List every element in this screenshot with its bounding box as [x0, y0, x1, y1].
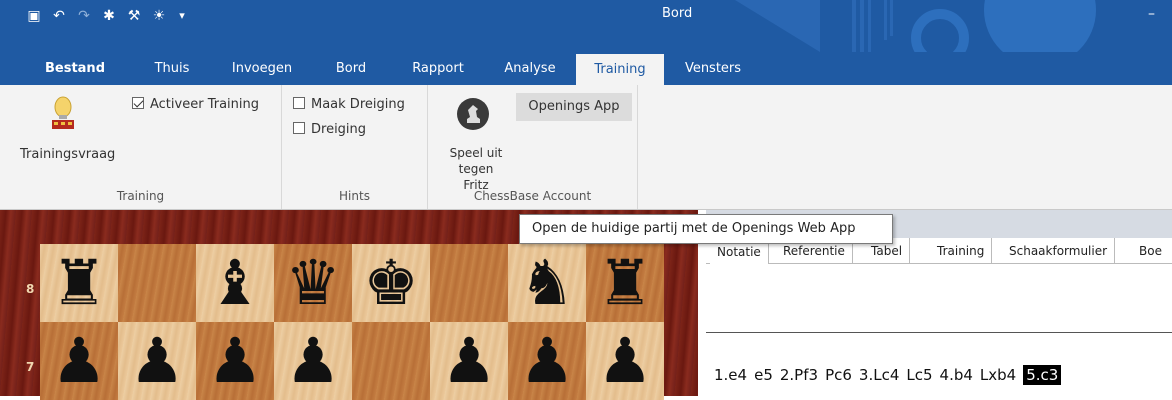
checkbox-box	[132, 97, 144, 109]
board-square[interactable]: ♟	[40, 322, 118, 400]
ribbon-tabs: Bestand Thuis Invoegen Bord Rapport Anal…	[0, 52, 1172, 85]
black-piece[interactable]: ♛	[274, 244, 352, 322]
ribbon: Trainingsvraag Activeer Training Trainin…	[0, 85, 1172, 210]
tab-vensters[interactable]: Vensters	[680, 52, 746, 85]
move[interactable]: 3.Lc4	[859, 366, 899, 384]
black-piece[interactable]: ♟	[40, 322, 118, 400]
black-piece[interactable]: ♟	[508, 322, 586, 400]
group-training: Trainingsvraag Activeer Training Trainin…	[0, 85, 282, 209]
maak-dreiging-checkbox[interactable]: Maak Dreiging	[293, 97, 405, 112]
wrench-icon[interactable]: ⚒	[123, 5, 145, 27]
board-square[interactable]: ♟	[508, 322, 586, 400]
board-square[interactable]: ♜	[586, 244, 664, 322]
board-square[interactable]: ♚	[352, 244, 430, 322]
activeer-training-label: Activeer Training	[150, 97, 259, 112]
move[interactable]: 4.b4	[940, 366, 973, 384]
move[interactable]: 1.e4	[714, 366, 747, 384]
chess-board[interactable]: ♜ ♝ ♛ ♚ ♞ ♜ ♟ ♟ ♟ ♟ ♟ ♟ ♟	[40, 244, 664, 400]
tab-thuis[interactable]: Thuis	[146, 52, 198, 85]
tab-schaakformulier[interactable]: Schaakformulier	[1002, 238, 1116, 264]
checkbox-box	[293, 122, 305, 134]
window-title: Bord	[662, 6, 693, 21]
move[interactable]: 2.Pf3	[780, 366, 818, 384]
openings-app-tooltip: Open de huidige partij met de Openings W…	[519, 214, 893, 244]
title-bar: ▣ ↶ ↷ ✱ ⚒ ☀ ▾ Bord –	[0, 0, 1172, 52]
tab-rapport[interactable]: Rapport	[402, 52, 474, 85]
move[interactable]: Pc6	[825, 366, 852, 384]
tab-bestand[interactable]: Bestand	[40, 52, 110, 85]
save-icon[interactable]: ▣	[23, 5, 45, 27]
board-square[interactable]: ♜	[40, 244, 118, 322]
board-square[interactable]: ♟	[430, 322, 508, 400]
openings-app-button[interactable]: Openings App	[516, 93, 632, 121]
tab-training[interactable]: Training	[576, 54, 664, 85]
trainingsvraag-button[interactable]: Trainingsvraag	[20, 147, 115, 162]
move[interactable]: 5.c3	[1023, 365, 1062, 385]
board-square[interactable]: ♟	[586, 322, 664, 400]
black-piece[interactable]: ♚	[352, 244, 430, 322]
board-square[interactable]: ♛	[274, 244, 352, 322]
board-square[interactable]: ♟	[274, 322, 352, 400]
black-piece[interactable]: ♜	[586, 244, 664, 322]
board-square[interactable]	[118, 244, 196, 322]
group-chessbase-account: Speel uit tegen Fritz Openings App Chess…	[428, 85, 638, 209]
rank-label: 8	[26, 282, 35, 296]
board-square[interactable]	[352, 322, 430, 400]
group-label-chessbase-account: ChessBase Account	[473, 189, 592, 203]
board-square[interactable]: ♝	[196, 244, 274, 322]
panel-divider	[706, 332, 1172, 333]
move[interactable]: Lxb4	[980, 366, 1016, 384]
tab-boek[interactable]: Boe	[1132, 238, 1169, 264]
move-list: 1.e4 e5 2.Pf3 Pc6 3.Lc4 Lc5 4.b4 Lxb4 5.c3	[714, 365, 1068, 385]
black-piece[interactable]: ♜	[40, 244, 118, 322]
tab-training[interactable]: Training	[930, 238, 993, 264]
black-piece[interactable]: ♟	[196, 322, 274, 400]
activeer-training-checkbox[interactable]: Activeer Training	[132, 97, 259, 112]
black-piece[interactable]: ♟	[586, 322, 664, 400]
move[interactable]: Lc5	[906, 366, 932, 384]
tab-analyse[interactable]: Analyse	[494, 52, 566, 85]
trainingsvraag-icon	[52, 96, 74, 129]
tab-invoegen[interactable]: Invoegen	[226, 52, 298, 85]
speel-label: Speel uit	[449, 146, 503, 160]
board-square[interactable]: ♟	[118, 322, 196, 400]
tab-bord[interactable]: Bord	[324, 52, 378, 85]
group-label-training: Training	[116, 189, 165, 203]
board-square[interactable]	[430, 244, 508, 322]
bug-icon[interactable]: ✱	[98, 5, 120, 27]
black-piece[interactable]: ♝	[196, 244, 274, 322]
fritz-icon	[457, 98, 489, 130]
move[interactable]: e5	[754, 366, 773, 384]
speel-tegen-fritz-button[interactable]: Speel uit tegen Fritz	[446, 145, 506, 193]
black-piece[interactable]: ♟	[118, 322, 196, 400]
redo-icon[interactable]: ↷	[73, 5, 95, 27]
board-square[interactable]: ♟	[196, 322, 274, 400]
customize-icon[interactable]: ▾	[171, 5, 193, 27]
dreiging-checkbox[interactable]: Dreiging	[293, 122, 366, 137]
lightbulb-icon[interactable]: ☀	[148, 5, 170, 27]
black-piece[interactable]: ♟	[274, 322, 352, 400]
group-hints: Maak Dreiging Dreiging Hints	[282, 85, 428, 209]
checkbox-box	[293, 97, 305, 109]
minimize-button[interactable]: –	[1148, 6, 1155, 22]
undo-icon[interactable]: ↶	[48, 5, 70, 27]
black-piece[interactable]: ♟	[430, 322, 508, 400]
group-label-hints: Hints	[339, 189, 370, 203]
rank-label: 7	[26, 360, 35, 374]
dreiging-label: Dreiging	[311, 122, 367, 137]
maak-dreiging-label: Maak Dreiging	[311, 97, 405, 112]
board-square[interactable]: ♞	[508, 244, 586, 322]
black-piece[interactable]: ♞	[508, 244, 586, 322]
